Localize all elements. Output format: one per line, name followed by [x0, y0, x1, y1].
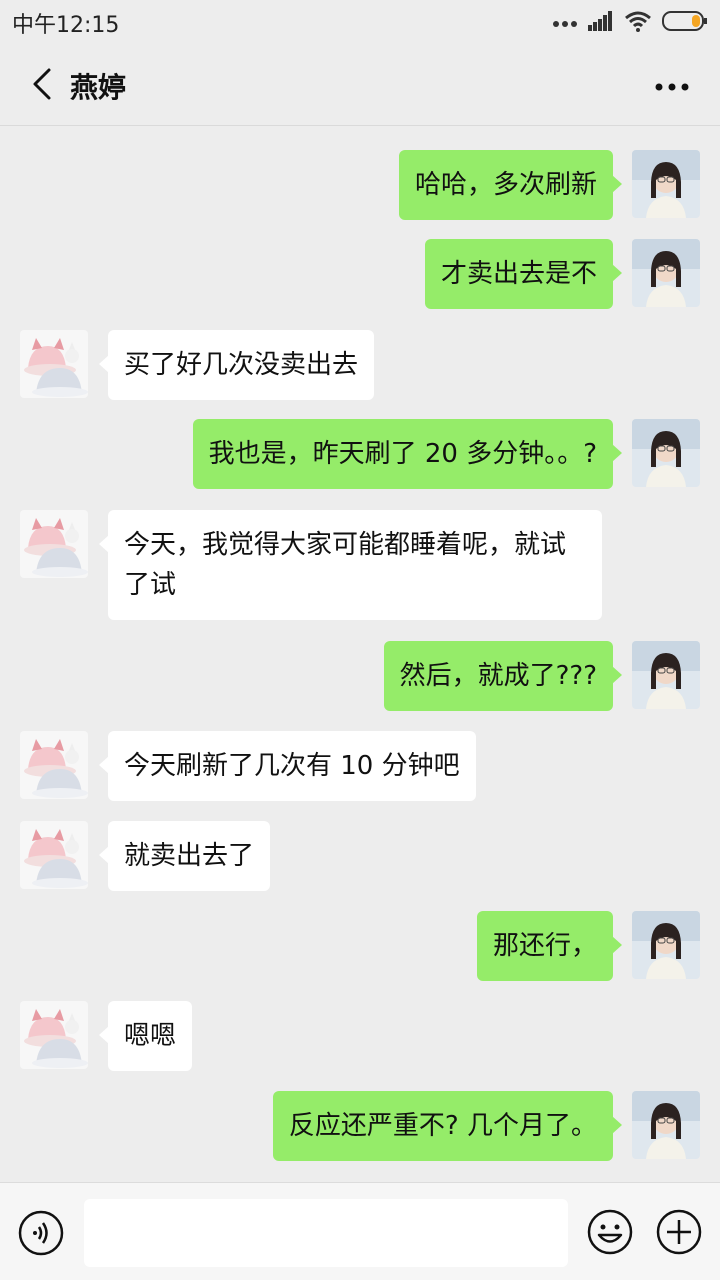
status-icons	[552, 10, 708, 36]
my-avatar[interactable]	[632, 641, 700, 709]
more-horizontal-icon	[655, 76, 689, 95]
message-bubble[interactable]: 嗯嗯	[98, 1001, 193, 1071]
back-button[interactable]	[14, 56, 70, 116]
status-time: 中午12:15	[12, 13, 120, 38]
message-bubble[interactable]: 就卖出去了	[98, 821, 271, 891]
more-functions-button[interactable]	[655, 1208, 703, 1256]
status-bar: 中午12:15	[0, 0, 720, 46]
chat-header: 燕婷	[0, 46, 720, 126]
message-bubble[interactable]: 今天刷新了几次有 10 分钟吧	[99, 731, 476, 801]
emoji-button[interactable]	[586, 1208, 634, 1256]
contact-avatar[interactable]	[20, 330, 88, 398]
more-button[interactable]	[652, 70, 692, 100]
my-avatar[interactable]	[632, 911, 700, 979]
contact-avatar[interactable]	[20, 1001, 88, 1069]
my-avatar[interactable]	[632, 419, 700, 487]
signal-icon	[588, 11, 614, 35]
chevron-left-icon	[31, 67, 53, 105]
chat-title: 燕婷	[70, 70, 127, 104]
message-bubble[interactable]: 才卖出去是不	[424, 239, 623, 309]
message-bubble[interactable]: 今天，我觉得大家可能都睡着呢，就试了试	[99, 510, 602, 620]
plus-icon	[655, 1209, 703, 1260]
input-bar	[0, 1182, 720, 1280]
message-bubble[interactable]: 买了好几次没卖出去	[98, 330, 375, 400]
contact-avatar[interactable]	[20, 510, 88, 578]
my-avatar[interactable]	[632, 239, 700, 307]
voice-icon	[18, 1210, 64, 1260]
message-bubble[interactable]: 我也是，昨天刷了 20 多分钟。。?	[192, 419, 623, 489]
chat-area[interactable]: 哈哈，多次刷新 才卖出去是不 买了好几次没卖出去 我也是，昨天刷了 20 多分钟…	[0, 126, 720, 1182]
contact-avatar[interactable]	[20, 731, 88, 799]
my-avatar[interactable]	[632, 150, 700, 218]
contact-avatar[interactable]	[20, 821, 88, 889]
message-bubble[interactable]: 然后，就成了???	[383, 641, 623, 711]
more-dots-icon	[552, 14, 578, 33]
message-bubble[interactable]: 那还行，	[476, 911, 623, 981]
battery-icon	[662, 10, 708, 36]
my-avatar[interactable]	[632, 1091, 700, 1159]
message-bubble[interactable]: 哈哈，多次刷新	[398, 150, 623, 220]
wifi-icon	[624, 10, 652, 36]
message-bubble[interactable]: 反应还严重不? 几个月了。	[272, 1091, 623, 1161]
message-input[interactable]	[84, 1199, 568, 1267]
voice-button[interactable]	[18, 1210, 64, 1256]
emoji-icon	[586, 1209, 634, 1260]
